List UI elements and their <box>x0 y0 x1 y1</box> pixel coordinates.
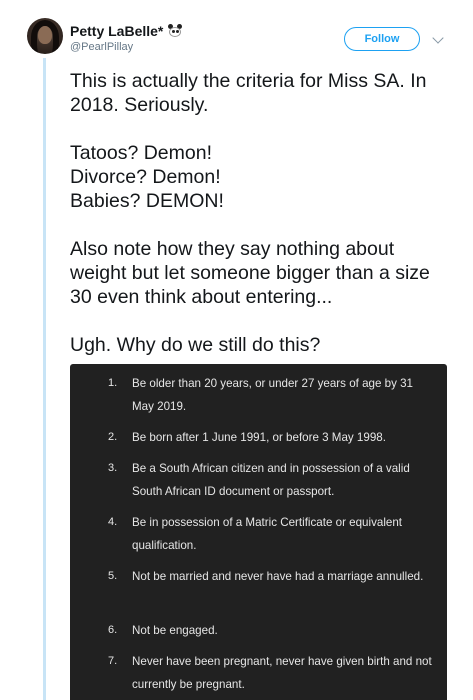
list-text: Never have been pregnant, never have giv… <box>132 655 432 691</box>
user-handle[interactable]: @PearlPillay <box>70 41 133 53</box>
list-number: 7. <box>108 655 118 667</box>
tweet-paragraph: This is actually the criteria for Miss S… <box>70 70 427 116</box>
list-text: Be older than 20 years, or under 27 year… <box>132 377 414 413</box>
list-text: Be born after 1 June 1991, or before 3 M… <box>132 431 386 444</box>
list-number: 2. <box>108 431 118 443</box>
list-text: Be a South African citizen and in posses… <box>132 462 410 498</box>
tweet-paragraph: Ugh. Why do we still do this? <box>70 334 321 356</box>
tweet-paragraph: Also note how they say nothing about wei… <box>70 238 430 308</box>
list-text: Be in possession of a Matric Certificate… <box>132 516 403 552</box>
name-row: Petty LaBelle* <box>70 23 183 39</box>
tweet-media-image[interactable]: 1. Be older than 20 years, or under 27 y… <box>70 364 447 700</box>
panda-icon <box>167 24 183 38</box>
list-number: 3. <box>108 462 118 474</box>
tweet-paragraph: Tatoos? Demon! Divorce? Demon! Babies? D… <box>70 142 224 212</box>
tweet-text: This is actually the criteria for Miss S… <box>70 69 450 381</box>
display-name[interactable]: Petty LaBelle* <box>70 23 163 39</box>
thread-connector-line <box>43 58 46 700</box>
avatar-face <box>38 26 52 44</box>
list-text: Not be engaged. <box>132 624 218 637</box>
list-number: 6. <box>108 624 118 636</box>
chevron-down-icon[interactable] <box>432 32 444 44</box>
avatar[interactable] <box>27 18 63 54</box>
list-text: Not be married and never have had a marr… <box>132 570 424 583</box>
list-number: 5. <box>108 570 118 582</box>
list-number: 1. <box>108 377 118 389</box>
list-number: 4. <box>108 516 118 528</box>
follow-button[interactable]: Follow <box>344 27 420 51</box>
